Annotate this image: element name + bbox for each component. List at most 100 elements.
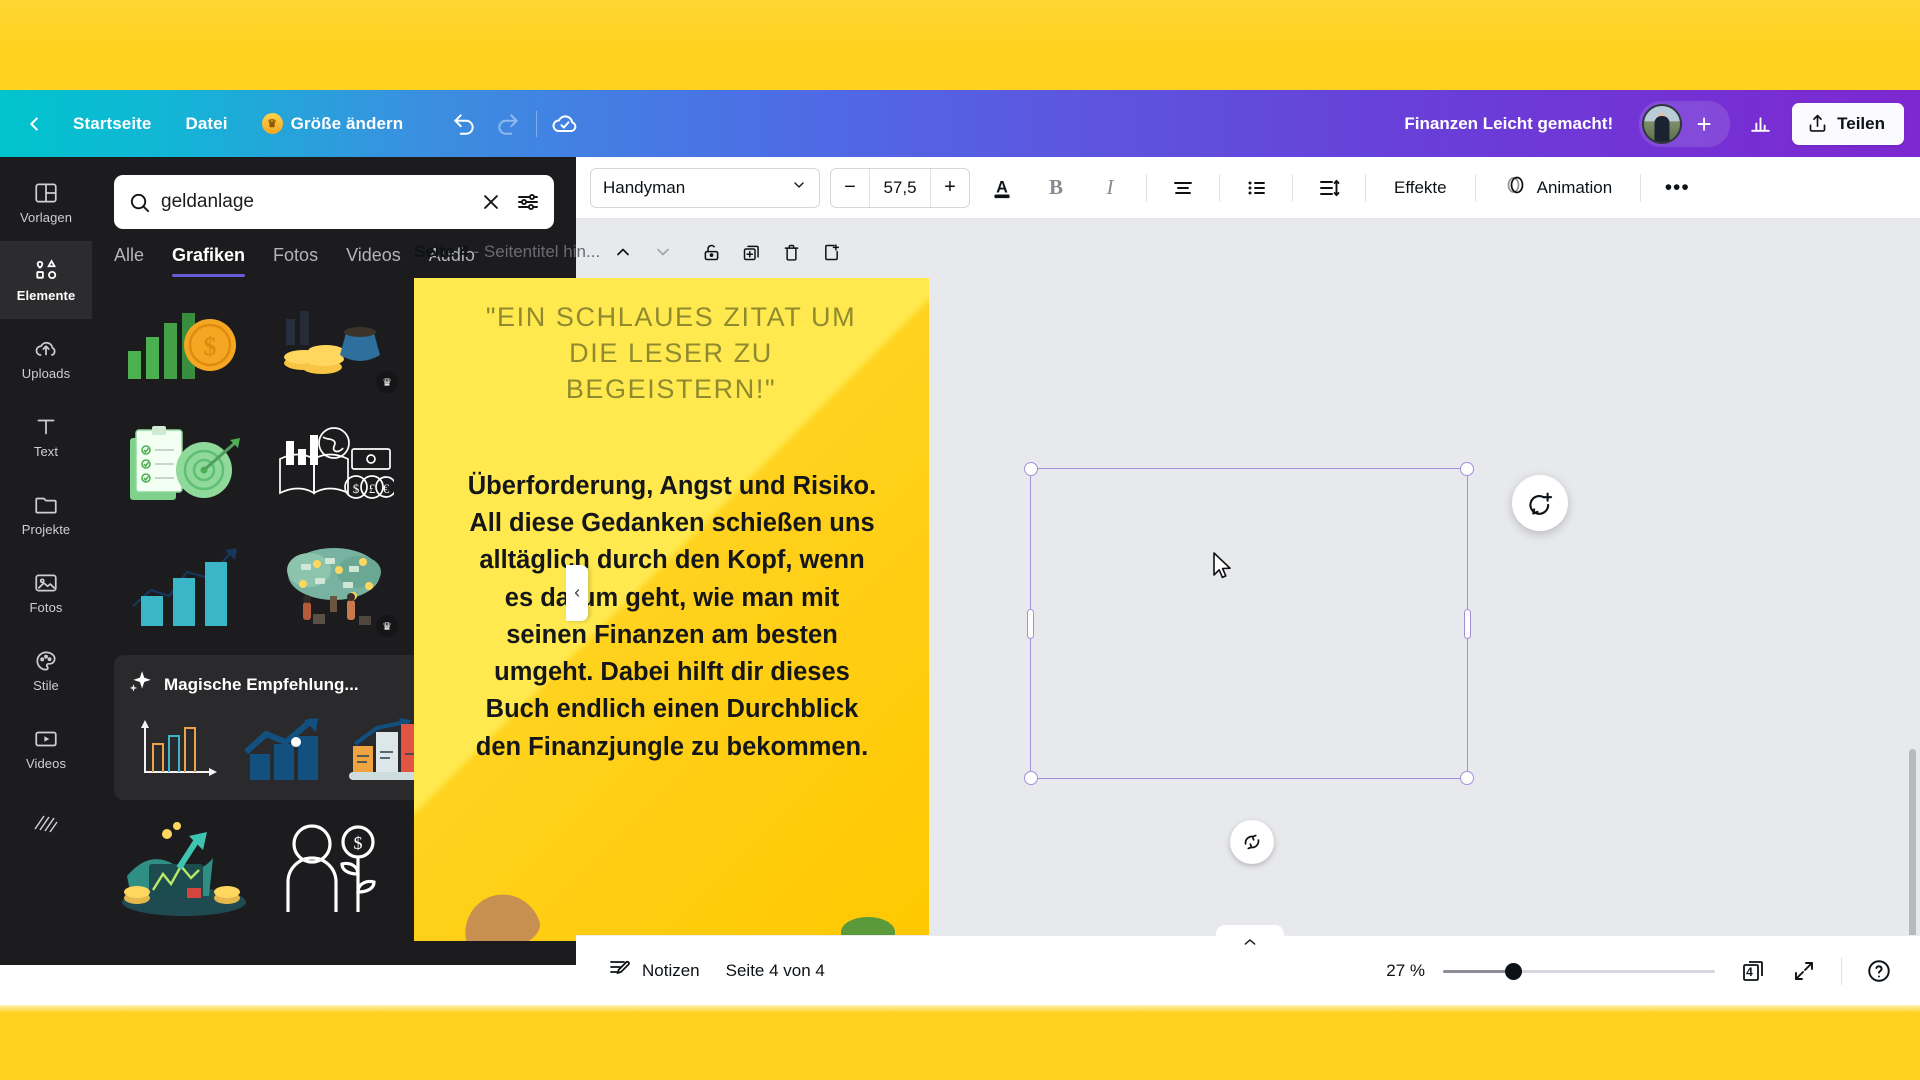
graphic-result-item[interactable] bbox=[114, 531, 254, 643]
sidebar-item-videos[interactable]: Videos bbox=[0, 709, 92, 787]
more-options-button[interactable]: ••• bbox=[1655, 166, 1699, 210]
graphic-result-item[interactable] bbox=[114, 812, 254, 920]
svg-text:$: $ bbox=[354, 833, 363, 853]
browser-chrome-fade bbox=[0, 1005, 1920, 1013]
cloud-check-icon[interactable] bbox=[543, 104, 587, 144]
avatar[interactable] bbox=[1642, 103, 1683, 144]
zoom-slider[interactable] bbox=[1443, 961, 1715, 981]
tab-alle[interactable]: Alle bbox=[114, 245, 144, 277]
lock-icon[interactable] bbox=[694, 235, 728, 269]
italic-button[interactable]: I bbox=[1088, 166, 1132, 210]
magic-item[interactable] bbox=[128, 710, 225, 792]
font-name: Handyman bbox=[603, 177, 686, 197]
sidebar-item-vorlagen[interactable]: Vorlagen bbox=[0, 163, 92, 241]
canvas-scrollbar-vertical[interactable] bbox=[1909, 749, 1916, 935]
notes-icon bbox=[608, 956, 632, 985]
font-size-increase[interactable]: + bbox=[931, 169, 969, 207]
sidebar-item-elemente[interactable]: Elemente bbox=[0, 241, 92, 319]
page-move-down-button[interactable] bbox=[646, 235, 680, 269]
zoom-slider-knob[interactable] bbox=[1505, 962, 1522, 980]
editor-top-bar: Startseite Datei ♛ Größe ändern Finanzen… bbox=[0, 90, 1920, 157]
tab-fotos[interactable]: Fotos bbox=[273, 245, 318, 277]
sidebar-item-fotos[interactable]: Fotos bbox=[0, 553, 92, 631]
home-button[interactable]: Startseite bbox=[58, 104, 166, 144]
pages-icon[interactable]: 4 bbox=[1733, 951, 1773, 991]
tab-videos[interactable]: Videos bbox=[346, 245, 401, 277]
bar-chart-icon[interactable] bbox=[1738, 104, 1782, 144]
page-quote-text[interactable]: "EIN SCHLAUES ZITAT UM DIE LESER ZU BEGE… bbox=[466, 300, 876, 408]
graphic-result-item[interactable] bbox=[114, 409, 254, 521]
resize-handle-top-right[interactable] bbox=[1460, 462, 1474, 476]
toolbar-divider bbox=[1640, 173, 1642, 202]
align-center-icon[interactable] bbox=[1161, 166, 1205, 210]
expand-panel-tab[interactable] bbox=[1216, 925, 1284, 947]
graphic-result-item[interactable]: ♛ bbox=[264, 287, 404, 399]
zoom-slider-fill bbox=[1443, 969, 1513, 973]
sidebar-item-texture[interactable] bbox=[0, 787, 92, 865]
toolbar-divider bbox=[1365, 173, 1366, 202]
search-input[interactable] bbox=[161, 191, 470, 213]
bold-label: B bbox=[1048, 175, 1063, 199]
sidebar-item-label: Text bbox=[33, 443, 59, 459]
undo-button[interactable] bbox=[442, 104, 486, 144]
page-body-text[interactable]: Überforderung, Angst und Risiko. All die… bbox=[462, 468, 882, 766]
sidebar-item-text[interactable]: Text bbox=[0, 397, 92, 475]
magic-title: Magische Empfehlung... bbox=[164, 674, 359, 694]
rotate-icon[interactable] bbox=[1230, 820, 1274, 864]
sidebar-item-stile[interactable]: Stile bbox=[0, 631, 92, 709]
notes-button[interactable]: Notizen bbox=[596, 950, 712, 992]
document-title[interactable]: Finanzen Leicht gemacht! bbox=[1394, 108, 1623, 140]
graphic-result-item[interactable]: $ bbox=[264, 812, 404, 920]
back-button[interactable] bbox=[14, 104, 54, 144]
magic-item[interactable] bbox=[233, 710, 330, 792]
crown-icon: ♛ bbox=[261, 113, 283, 134]
resize-label: Größe ändern bbox=[290, 113, 404, 133]
bullet-list-icon[interactable] bbox=[1234, 166, 1278, 210]
file-menu-button[interactable]: Datei bbox=[170, 104, 242, 144]
help-icon[interactable] bbox=[1858, 950, 1900, 992]
resize-handle-left[interactable] bbox=[1027, 608, 1034, 639]
svg-text:$: $ bbox=[353, 481, 360, 496]
add-collaborator-button[interactable]: + bbox=[1688, 108, 1720, 140]
font-size-decrease[interactable]: − bbox=[831, 169, 869, 207]
resize-handle-top-left[interactable] bbox=[1024, 462, 1038, 476]
resize-button[interactable]: ♛ Größe ändern bbox=[247, 104, 419, 144]
graphic-result-item[interactable]: $ £ € bbox=[264, 409, 404, 521]
sidebar-item-uploads[interactable]: Uploads bbox=[0, 319, 92, 397]
svg-text:$: $ bbox=[204, 332, 217, 361]
filter-sliders-icon[interactable] bbox=[516, 190, 540, 214]
page-move-up-button[interactable] bbox=[606, 235, 640, 269]
add-comment-icon[interactable] bbox=[1512, 475, 1568, 531]
bold-button[interactable]: B bbox=[1034, 166, 1078, 210]
sidebar-item-label: Fotos bbox=[29, 599, 63, 615]
close-icon[interactable] bbox=[480, 191, 502, 213]
animation-label: Animation bbox=[1536, 177, 1613, 197]
effects-button[interactable]: Effekte bbox=[1380, 168, 1461, 208]
share-button[interactable]: Teilen bbox=[1792, 102, 1904, 145]
line-spacing-icon[interactable] bbox=[1307, 166, 1351, 210]
page-title[interactable]: Seite 4 - Seitentitel hin... bbox=[414, 242, 600, 262]
graphic-result-item[interactable]: $ bbox=[114, 287, 254, 399]
collaborators-group[interactable]: + bbox=[1639, 100, 1731, 147]
font-family-select[interactable]: Handyman bbox=[590, 167, 820, 208]
share-label: Teilen bbox=[1837, 113, 1885, 133]
tab-grafiken[interactable]: Grafiken bbox=[172, 245, 246, 277]
toolbar-divider bbox=[536, 110, 538, 137]
animation-button[interactable]: Animation bbox=[1490, 168, 1627, 208]
redo-button[interactable] bbox=[486, 104, 530, 144]
resize-handle-bottom-left[interactable] bbox=[1024, 771, 1038, 785]
resize-handle-right[interactable] bbox=[1464, 608, 1471, 639]
text-color-icon[interactable]: A bbox=[980, 166, 1024, 210]
resize-handle-bottom-right[interactable] bbox=[1460, 771, 1474, 785]
design-page[interactable]: "EIN SCHLAUES ZITAT UM DIE LESER ZU BEGE… bbox=[414, 278, 929, 941]
graphic-result-item[interactable]: ♛ bbox=[264, 531, 404, 643]
search-box[interactable] bbox=[114, 175, 554, 229]
trash-icon[interactable] bbox=[774, 235, 808, 269]
expand-icon[interactable] bbox=[1783, 950, 1825, 992]
font-size-value[interactable]: 57,5 bbox=[869, 168, 931, 207]
italic-label: I bbox=[1106, 175, 1114, 199]
sidebar-item-projekte[interactable]: Projekte bbox=[0, 475, 92, 553]
add-page-icon[interactable] bbox=[814, 235, 848, 269]
collapse-panel-button[interactable] bbox=[566, 565, 588, 621]
duplicate-page-icon[interactable] bbox=[734, 235, 768, 269]
